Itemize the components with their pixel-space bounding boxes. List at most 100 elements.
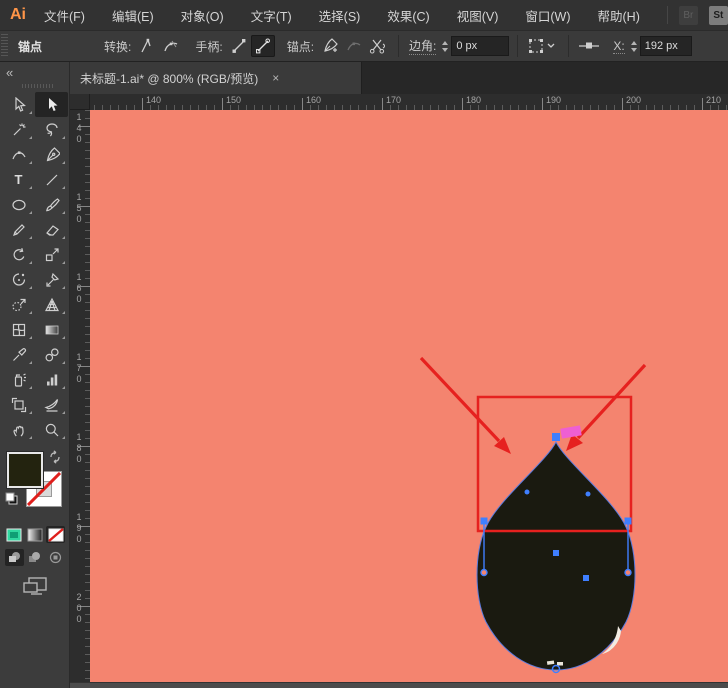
ruler-label: 150 xyxy=(226,95,241,105)
menu-window[interactable]: 窗口(W) xyxy=(525,6,570,25)
tool-direct-selection[interactable] xyxy=(35,92,68,117)
convert-corner-icon[interactable] xyxy=(135,35,159,57)
tool-zoom[interactable] xyxy=(35,417,68,442)
menu-file[interactable]: 文件(F) xyxy=(44,6,85,25)
corner-stepper[interactable] xyxy=(442,41,448,52)
corner-label[interactable]: 边角: xyxy=(409,37,436,55)
menu-view[interactable]: 视图(V) xyxy=(457,6,499,25)
app-logo: Ai xyxy=(10,6,26,24)
tool-puppet-warp[interactable] xyxy=(2,267,35,292)
tool-eraser[interactable] xyxy=(35,217,68,242)
tool-hand[interactable] xyxy=(2,417,35,442)
x-input[interactable] xyxy=(640,36,692,56)
tool-perspective-grid[interactable] xyxy=(35,292,68,317)
bridge-icon[interactable]: Br xyxy=(679,6,698,25)
paint-type-buttons xyxy=(0,522,69,543)
remove-anchor-icon[interactable] xyxy=(342,35,366,57)
tool-gradient[interactable] xyxy=(35,317,68,342)
annotation-arrow-left xyxy=(421,358,511,454)
draw-behind-icon[interactable] xyxy=(25,549,44,566)
tool-scale[interactable] xyxy=(35,242,68,267)
apex-anchor-point[interactable] xyxy=(552,433,560,441)
tool-lasso[interactable] xyxy=(35,117,68,142)
draw-inside-icon[interactable] xyxy=(46,549,65,566)
tool-mesh[interactable] xyxy=(2,317,35,342)
tool-type[interactable]: T xyxy=(2,167,35,192)
add-anchor-pen-icon[interactable] xyxy=(318,35,342,57)
tool-blend[interactable] xyxy=(35,342,68,367)
menu-help[interactable]: 帮助(H) xyxy=(598,6,640,25)
separator xyxy=(517,35,518,57)
swap-fill-stroke-icon[interactable] xyxy=(48,450,62,469)
convert-label: 转换: xyxy=(104,38,131,55)
color-button[interactable] xyxy=(5,526,24,543)
separator xyxy=(398,35,399,57)
stock-icon[interactable]: St xyxy=(709,6,728,25)
tool-column-graph[interactable] xyxy=(35,367,68,392)
draw-normal-icon[interactable] xyxy=(5,549,24,566)
menu-separator xyxy=(667,6,668,24)
vertical-ruler: 140 150 160 170 180 190 200 xyxy=(70,110,90,682)
tool-slice[interactable] xyxy=(35,392,68,417)
tool-selection[interactable] xyxy=(2,92,35,117)
transform-box-icon[interactable] xyxy=(526,35,560,57)
ruler-label: 150 xyxy=(74,192,84,225)
corner-input[interactable] xyxy=(451,36,509,56)
document-tab-bar: 未标题-1.ai* @ 800% (RGB/预览) × xyxy=(70,62,728,94)
ruler-corner xyxy=(70,94,90,110)
control-bar: 锚点 转换: 手柄: 锚点: 边角: X: xyxy=(0,30,728,62)
handle-display-icon[interactable] xyxy=(577,35,601,57)
direction-handle-dot[interactable] xyxy=(586,492,591,497)
tool-artboard[interactable] xyxy=(2,392,35,417)
x-stepper[interactable] xyxy=(631,41,637,52)
fill-swatch[interactable] xyxy=(7,452,43,488)
collapse-panel-button[interactable]: « xyxy=(0,62,69,80)
ruler-label: 200 xyxy=(74,592,84,625)
default-swatches-icon[interactable] xyxy=(5,492,19,511)
tool-eyedropper[interactable] xyxy=(2,342,35,367)
cut-path-icon[interactable] xyxy=(366,35,390,57)
handles-label: 手柄: xyxy=(195,38,222,55)
none-button[interactable] xyxy=(46,526,65,543)
tool-magic-wand[interactable] xyxy=(2,117,35,142)
tool-symbol-sprayer[interactable] xyxy=(2,367,35,392)
horizontal-ruler: 140 150 160 170 180 190 200 210 xyxy=(90,94,728,110)
tool-line-segment[interactable] xyxy=(35,167,68,192)
tool-pen[interactable] xyxy=(35,142,68,167)
ruler-label: 210 xyxy=(706,95,721,105)
handles-hide-icon[interactable] xyxy=(227,35,251,57)
artboard-canvas[interactable] xyxy=(90,110,728,682)
menu-object[interactable]: 对象(O) xyxy=(181,6,224,25)
menu-select[interactable]: 选择(S) xyxy=(319,6,361,25)
menu-edit[interactable]: 编辑(E) xyxy=(112,6,154,25)
drawing-mode-buttons xyxy=(0,543,69,566)
direction-handle-dot[interactable] xyxy=(525,490,530,495)
ruler-label: 170 xyxy=(74,352,84,385)
ruler-label: 180 xyxy=(466,95,481,105)
tool-rotate[interactable] xyxy=(2,242,35,267)
close-tab-icon[interactable]: × xyxy=(272,71,279,85)
ruler-label: 170 xyxy=(386,95,401,105)
fill-stroke-swatches xyxy=(0,452,69,522)
handles-show-icon[interactable] xyxy=(251,35,275,57)
tool-shape-builder[interactable] xyxy=(2,292,35,317)
tool-curvature[interactable] xyxy=(2,142,35,167)
document-tab[interactable]: 未标题-1.ai* @ 800% (RGB/预览) × xyxy=(70,62,362,94)
tool-pencil[interactable] xyxy=(2,217,35,242)
menu-type[interactable]: 文字(T) xyxy=(251,6,292,25)
tool-free-transform[interactable] xyxy=(35,267,68,292)
x-label[interactable]: X: xyxy=(613,39,624,54)
tool-paintbrush[interactable] xyxy=(35,192,68,217)
tool-ellipse[interactable] xyxy=(2,192,35,217)
ruler-label: 190 xyxy=(546,95,561,105)
center-anchor-point[interactable] xyxy=(553,550,559,556)
panel-grip[interactable] xyxy=(1,34,8,58)
screen-mode-icon[interactable] xyxy=(0,566,69,596)
center-anchor-point[interactable] xyxy=(583,575,589,581)
convert-smooth-icon[interactable] xyxy=(159,35,183,57)
menu-effect[interactable]: 效果(C) xyxy=(387,6,429,25)
horizontal-scrollbar[interactable] xyxy=(70,682,728,688)
gradient-button[interactable] xyxy=(26,526,45,543)
ruler-label: 200 xyxy=(626,95,641,105)
ruler-label: 160 xyxy=(74,272,84,305)
